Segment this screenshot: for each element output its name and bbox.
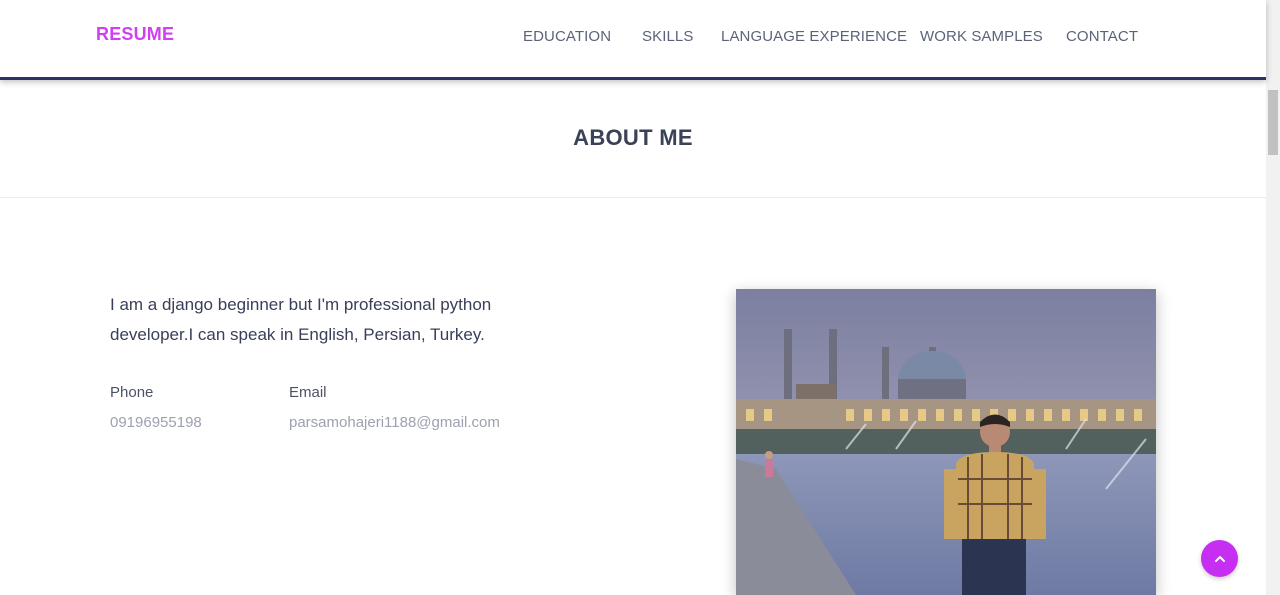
nav-item-skills[interactable]: SKILLS: [642, 28, 693, 45]
scrollbar-thumb[interactable]: [1268, 90, 1278, 155]
about-line-1: I am a django beginner but I'm professio…: [110, 295, 492, 314]
email-value[interactable]: parsamohajeri1188@gmail.com: [289, 414, 500, 431]
nav-item-language-experience[interactable]: LANGUAGE EXPERIENCE: [721, 28, 907, 45]
nav-item-work-samples[interactable]: WORK SAMPLES: [920, 28, 1043, 45]
site-header: RESUME EDUCATION SKILLS LANGUAGE EXPERIE…: [0, 0, 1266, 80]
main-nav: EDUCATION SKILLS LANGUAGE EXPERIENCE WOR…: [0, 28, 1266, 48]
email-label: Email: [289, 384, 327, 401]
phone-value: 09196955198: [110, 414, 202, 431]
nav-item-contact[interactable]: CONTACT: [1066, 28, 1138, 45]
scroll-to-top-button[interactable]: [1201, 540, 1238, 577]
nav-item-education[interactable]: EDUCATION: [523, 28, 611, 45]
page-scrollbar[interactable]: [1266, 0, 1280, 595]
section-title-about: ABOUT ME: [573, 125, 693, 150]
section-divider: [0, 197, 1266, 198]
chevron-up-icon: [1214, 555, 1225, 562]
phone-label: Phone: [110, 384, 154, 401]
about-line-2: developer.I can speak in English, Persia…: [110, 325, 485, 344]
profile-photo: [736, 289, 1156, 595]
about-description: I am a django beginner but I'm professio…: [110, 290, 560, 350]
